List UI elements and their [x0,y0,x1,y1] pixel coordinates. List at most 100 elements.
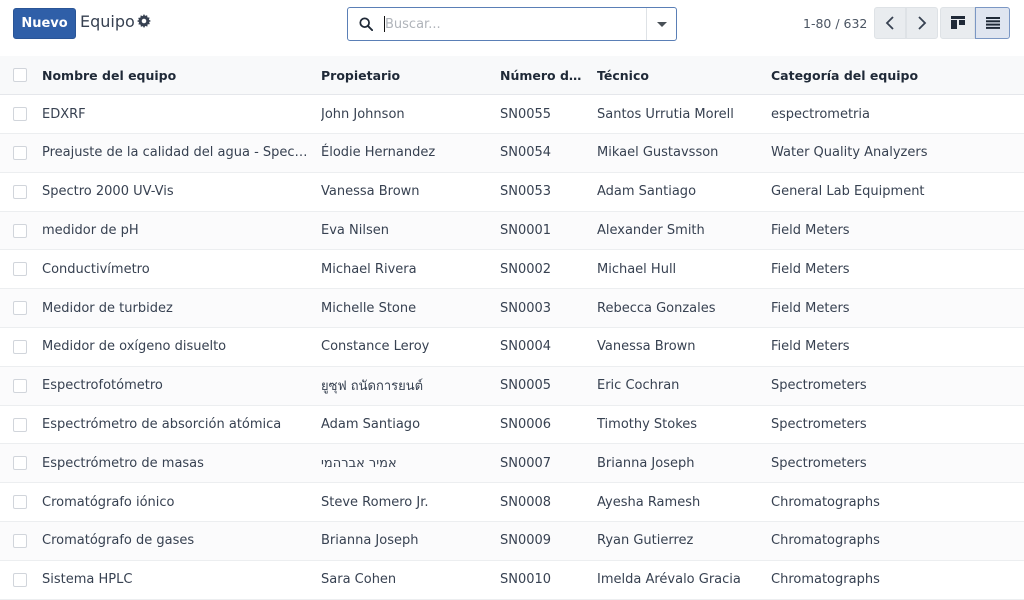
cell-category: Field Meters [771,211,1024,251]
control-panel: Nuevo Equipo 1-80 / 632 [0,0,1024,56]
search-input[interactable] [385,14,645,34]
new-button[interactable]: Nuevo [13,8,76,39]
cell-serial: SN0010 [500,560,597,600]
cell-owner: Élodie Hernandez [321,133,500,173]
cell-serial: SN0005 [500,366,597,406]
pager-next-button[interactable] [906,7,938,39]
header-row: Nombre del equipo Propietario Número de … [0,56,1024,96]
cell-owner: Eva Nilsen [321,211,500,251]
cell-owner: Brianna Joseph [321,521,500,561]
table-row[interactable]: Espectrómetro de absorción atómica Adam S… [0,405,1024,445]
cell-serial: SN0055 [500,94,597,135]
cell-name: Medidor de turbidez [42,288,321,329]
row-checkbox[interactable] [13,184,27,199]
table-row[interactable]: medidor de pH Eva Nilsen SN0001 Alexander S… [0,211,1024,251]
row-checkbox[interactable] [13,301,27,316]
cell-technician: Michael Hull [597,249,771,290]
row-checkbox[interactable] [13,145,27,160]
table-row[interactable]: Preajuste de la calidad del agua - Spect… [0,133,1024,173]
row-checkbox[interactable] [13,223,27,238]
search-options-toggle[interactable] [646,8,676,40]
cell-category: Water Quality Analyzers [771,133,1024,173]
row-checkbox[interactable] [13,572,27,587]
gear-icon[interactable] [137,14,151,28]
row-checkbox[interactable] [13,417,27,432]
cell-category: Spectrometers [771,405,1024,445]
cell-serial: SN0006 [500,405,597,445]
select-all-checkbox[interactable] [13,68,27,83]
cell-category: espectrometria [771,94,1024,135]
cell-name: medidor de pH [42,211,321,251]
cell-category: General Lab Equipment [771,172,1024,212]
cell-name: Espectrofotómetro [42,366,321,406]
cell-name: Cromatógrafo de gases [42,521,321,561]
kanban-view-button[interactable] [940,7,975,39]
cell-category: Chromatographs [771,482,1024,523]
list-view-button[interactable] [975,7,1010,39]
cell-technician: Ryan Gutierrez [597,521,771,561]
cell-technician: Santos Urrutia Morell [597,94,771,135]
cell-owner: Michelle Stone [321,288,500,329]
table-row[interactable]: Espectrómetro de masas אמיר אברהמי SN0007 B… [0,443,1024,484]
row-checkbox[interactable] [13,495,27,510]
cell-category: Field Meters [771,288,1024,329]
cell-category: Field Meters [771,327,1024,367]
cell-technician: Alexander Smith [597,211,771,251]
cell-owner: אמיר אברהמי [321,443,500,484]
cell-technician: Imelda Arévalo Gracia [597,560,771,600]
column-header-technician[interactable]: Técnico [597,56,771,96]
cell-name: Medidor de oxígeno disuelto [42,327,321,367]
table-row[interactable]: Medidor de oxígeno disuelto Constance Ler… [0,327,1024,367]
cell-name: Sistema HPLC [42,560,321,600]
cell-name: Preajuste de la calidad del agua - Spect… [42,133,321,173]
cell-technician: Brianna Joseph [597,443,771,484]
cell-technician: Ayesha Ramesh [597,482,771,523]
table-row[interactable]: EDXRF John Johnson SN0055 Santos Urrutia Mo… [0,94,1024,135]
cell-serial: SN0007 [500,443,597,484]
table-row[interactable]: Espectrofotómetro ยูซุฟ ถนัดการยนต์ SN0005… [0,366,1024,406]
chevron-left-icon [885,16,894,30]
table-row[interactable]: Cromatógrafo de gases Brianna Joseph SN000… [0,521,1024,561]
row-checkbox[interactable] [13,339,27,354]
pager-value[interactable]: 1-80 / 632 [803,16,867,31]
row-checkbox[interactable] [13,378,27,393]
row-checkbox[interactable] [13,262,27,277]
cell-technician: Vanessa Brown [597,327,771,367]
column-header-category[interactable]: Categoría del equipo [771,56,1024,96]
cell-serial: SN0008 [500,482,597,523]
cell-serial: SN0054 [500,133,597,173]
cell-owner: Sara Cohen [321,560,500,600]
pager-previous-button[interactable] [874,7,906,39]
cell-owner: Vanessa Brown [321,172,500,212]
page-title: Equipo [80,12,135,31]
cell-name: Spectro 2000 UV-Vis [42,172,321,212]
cell-serial: SN0053 [500,172,597,212]
cell-name: Cromatógrafo iónico [42,482,321,523]
cell-owner: ยูซุฟ ถนัดการยนต์ [321,366,500,406]
cell-owner: Michael Rivera [321,249,500,290]
kanban-view-icon [950,16,965,29]
magnifier-icon [359,17,373,31]
list-view-icon [985,17,1000,29]
table-row[interactable]: Cromatógrafo iónico Steve Romero Jr. SN000… [0,482,1024,523]
table-row[interactable]: Sistema HPLC Sara Cohen SN0010 Imelda Aréva… [0,560,1024,600]
cell-name: Espectrómetro de masas [42,443,321,484]
cell-name: Conductivímetro [42,249,321,290]
cell-owner: Constance Leroy [321,327,500,367]
equipment-list: Nombre del equipo Propietario Número de … [0,56,1024,600]
cell-serial: SN0009 [500,521,597,561]
column-header-serial[interactable]: Número de … [500,56,597,96]
row-checkbox[interactable] [13,533,27,548]
column-header-owner[interactable]: Propietario [321,56,500,96]
cell-technician: Eric Cochran [597,366,771,406]
cell-name: EDXRF [42,94,321,135]
table-row[interactable]: Medidor de turbidez Michelle Stone SN0003 R… [0,288,1024,329]
row-checkbox[interactable] [13,456,27,471]
cell-technician: Adam Santiago [597,172,771,212]
column-header-name[interactable]: Nombre del equipo [42,56,321,96]
row-checkbox[interactable] [13,107,27,122]
cell-category: Chromatographs [771,560,1024,600]
table-row[interactable]: Spectro 2000 UV-Vis Vanessa Brown SN0053 Ad… [0,172,1024,212]
table-row[interactable]: Conductivímetro Michael Rivera SN0002 Micha… [0,249,1024,290]
cell-serial: SN0004 [500,327,597,367]
